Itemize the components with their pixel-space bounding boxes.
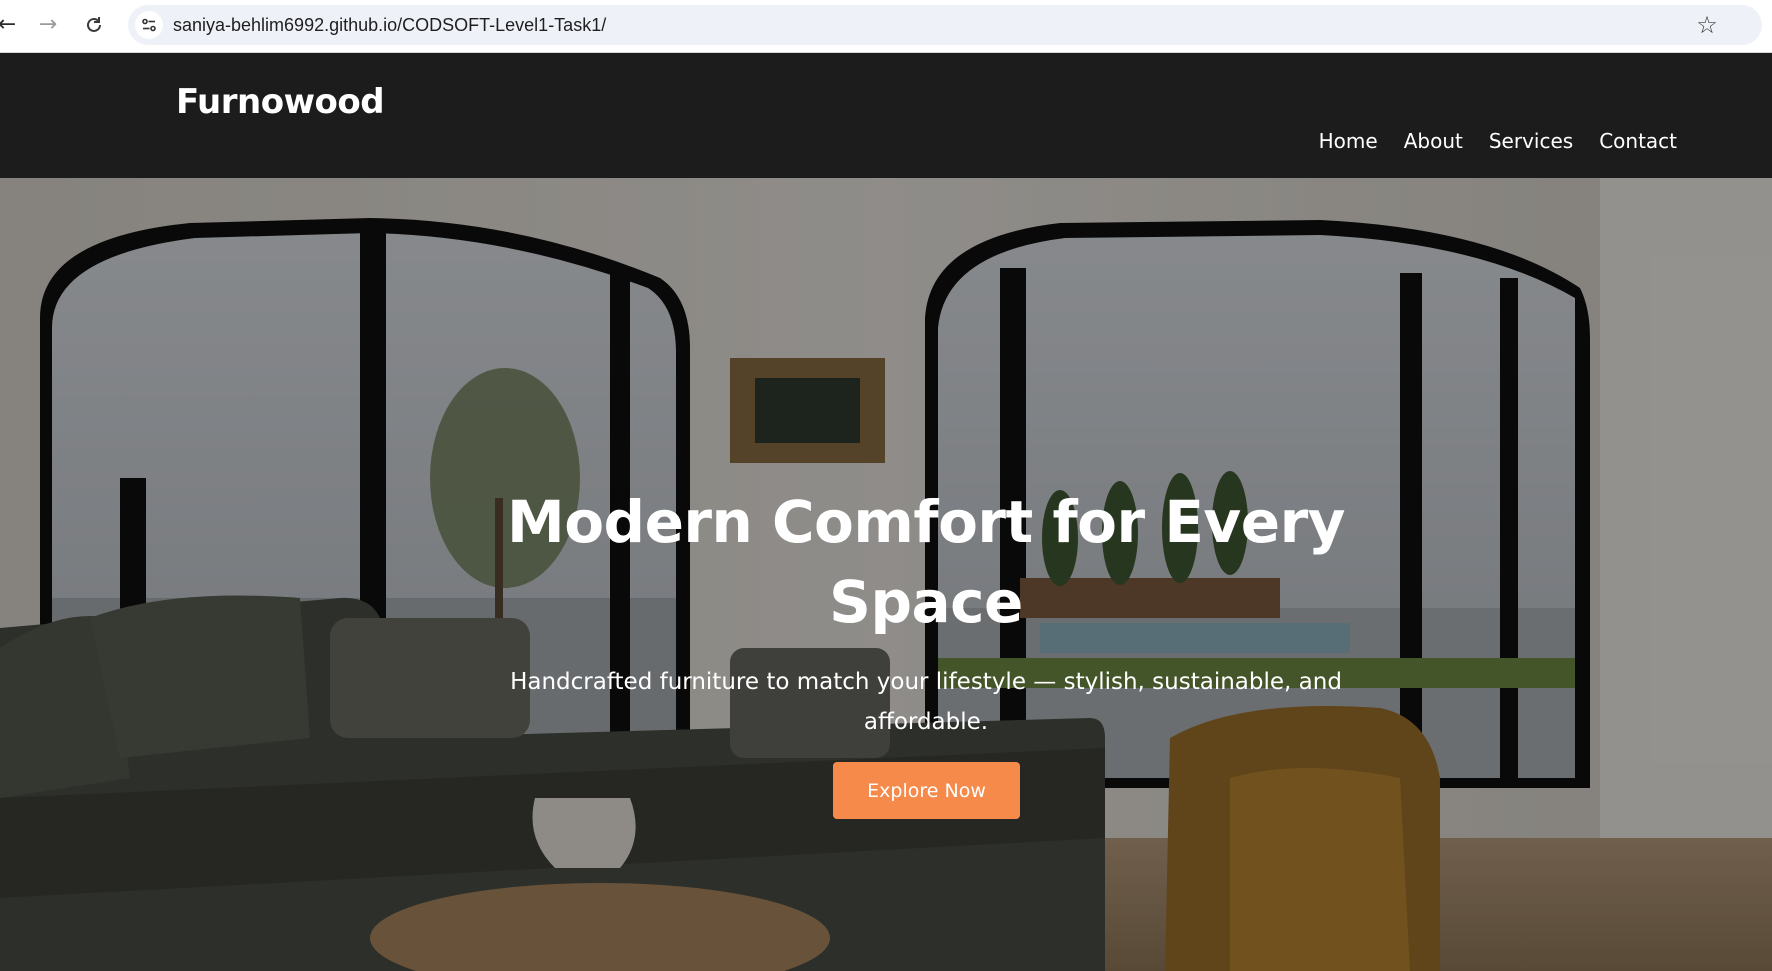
browser-toolbar: ← → saniya-behlim6992.github.io/CODSOFT-…	[0, 0, 1772, 53]
main-nav: Home About Services Contact	[1319, 129, 1677, 153]
hero-content: Modern Comfort for Every Space Handcraft…	[0, 178, 1772, 971]
nav-link-about[interactable]: About	[1404, 129, 1463, 153]
reload-icon[interactable]	[79, 10, 109, 40]
hero-title: Modern Comfort for Every Space	[506, 488, 1346, 636]
site-header: Furnowood Home About Services Contact	[0, 54, 1772, 178]
bookmark-star-icon[interactable]: ☆	[1692, 10, 1722, 40]
forward-arrow-icon[interactable]: →	[33, 10, 63, 40]
site-logo[interactable]: Furnowood	[176, 82, 385, 122]
hero-section: Modern Comfort for Every Space Handcraft…	[0, 178, 1772, 971]
nav-link-contact[interactable]: Contact	[1599, 129, 1677, 153]
explore-now-button[interactable]: Explore Now	[833, 762, 1020, 819]
nav-link-home[interactable]: Home	[1319, 129, 1378, 153]
back-arrow-icon[interactable]: ←	[0, 10, 22, 40]
hero-subtitle: Handcrafted furniture to match your life…	[510, 669, 1342, 735]
site-info-icon[interactable]	[135, 11, 163, 39]
address-bar[interactable]: saniya-behlim6992.github.io/CODSOFT-Leve…	[128, 5, 1762, 45]
url-text[interactable]: saniya-behlim6992.github.io/CODSOFT-Leve…	[173, 15, 606, 36]
nav-link-services[interactable]: Services	[1489, 129, 1573, 153]
